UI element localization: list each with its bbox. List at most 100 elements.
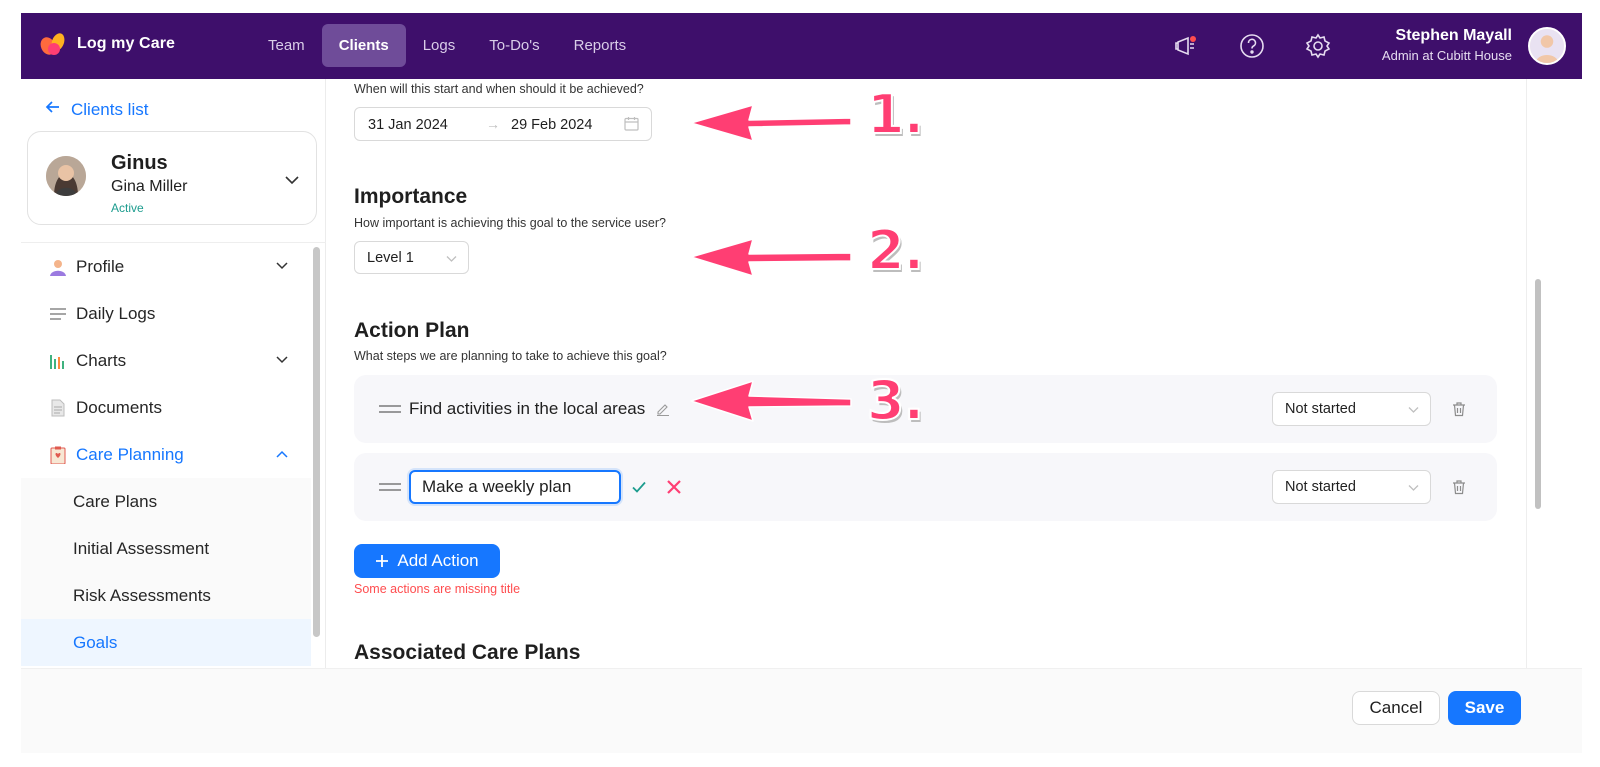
nav-todos[interactable]: To-Do's (472, 24, 556, 67)
arrow-left-icon (45, 99, 61, 120)
sidebar-item-label: Care Planning (76, 444, 184, 464)
bar-chart-icon (48, 351, 68, 371)
sidebar-menu: Profile Daily Logs Charts Documents Care… (21, 243, 311, 666)
settings-icon[interactable] (1303, 31, 1333, 61)
trash-icon[interactable] (1451, 479, 1467, 495)
nav-logs[interactable]: Logs (406, 24, 473, 67)
logo-icon (40, 33, 65, 55)
importance-select[interactable]: Level 1 (354, 241, 469, 274)
close-icon[interactable] (665, 478, 683, 496)
action-plan-title: Action Plan (354, 319, 470, 342)
sidebar-subitem-initial-assessment[interactable]: Initial Assessment (21, 525, 311, 572)
annotation-arrow (690, 104, 852, 142)
sidebar-item-care-planning[interactable]: Care Planning (21, 431, 311, 478)
save-button[interactable]: Save (1448, 691, 1521, 725)
edit-icon[interactable] (656, 402, 670, 416)
end-date-input[interactable]: 29 Feb 2024 (511, 117, 592, 133)
lines-icon (48, 304, 68, 324)
annotation-label: 2. (866, 218, 925, 283)
top-navigation-bar: Log my Care Team Clients Logs To-Do's Re… (21, 13, 1582, 79)
action-row: Find activities in the local areas Not s… (354, 375, 1497, 443)
sidebar-item-label: Charts (76, 350, 127, 370)
trash-icon[interactable] (1451, 401, 1467, 417)
sidebar-scrollbar[interactable] (313, 247, 320, 637)
client-avatar (46, 156, 86, 196)
app-name: Log my Care (77, 35, 176, 52)
sidebar-subitem-risk-assessments[interactable]: Risk Assessments (21, 572, 311, 619)
action-status-select[interactable]: Not started (1272, 392, 1431, 426)
importance-value: Level 1 (367, 249, 414, 266)
drag-handle-icon[interactable] (379, 480, 401, 494)
annotation-label: 1. (866, 82, 925, 147)
clients-list-label: Clients list (71, 99, 149, 119)
announcement-icon[interactable] (1171, 31, 1201, 61)
chevron-down-icon[interactable] (284, 172, 300, 188)
check-icon[interactable] (631, 479, 647, 495)
chevron-down-icon (446, 256, 457, 262)
content-scrollbar[interactable] (1535, 279, 1541, 509)
content-border (1526, 79, 1527, 668)
drag-handle-icon[interactable] (379, 402, 401, 416)
cancel-button[interactable]: Cancel (1352, 691, 1440, 725)
sidebar-subitem-care-plans[interactable]: Care Plans (21, 478, 311, 525)
nav-reports[interactable]: Reports (557, 24, 644, 67)
action-status-value: Not started (1285, 401, 1356, 417)
arrow-right-icon: → (486, 116, 500, 132)
sidebar-item-label: Daily Logs (76, 303, 156, 323)
action-title: Find activities in the local areas (409, 399, 646, 418)
top-icons (1171, 31, 1333, 61)
client-full-name: Gina Miller (111, 178, 188, 195)
sidebar-item-daily-logs[interactable]: Daily Logs (21, 290, 311, 337)
main-nav: Team Clients Logs To-Do's Reports (251, 24, 643, 67)
client-status: Active (111, 201, 144, 215)
user-role: Admin at Cubitt House (1381, 48, 1512, 63)
user-name: Stephen Mayall (1395, 27, 1512, 44)
form-footer: Cancel Save (21, 668, 1582, 753)
action-status-value: Not started (1285, 479, 1356, 495)
chevron-down-icon (1408, 407, 1419, 413)
dates-question: When will this start and when should it … (354, 82, 644, 96)
goal-form: When will this start and when should it … (327, 79, 1527, 668)
clients-list-link[interactable]: Clients list (45, 99, 148, 120)
user-avatar[interactable] (1528, 27, 1566, 65)
action-status-select[interactable]: Not started (1272, 470, 1431, 504)
chevron-down-icon (1408, 485, 1419, 491)
client-nickname: Ginus (111, 152, 168, 174)
clipboard-icon (48, 445, 68, 465)
sidebar-item-label: Documents (76, 397, 162, 417)
document-icon (48, 398, 68, 418)
action-title-input[interactable]: Make a weekly plan (409, 470, 621, 504)
validation-error: Some actions are missing title (354, 582, 521, 596)
user-info[interactable]: Stephen Mayall Admin at Cubitt House (1382, 27, 1512, 63)
help-icon[interactable] (1237, 31, 1267, 61)
sidebar-item-documents[interactable]: Documents (21, 384, 311, 431)
date-range-picker[interactable]: 31 Jan 2024 → 29 Feb 2024 (354, 107, 652, 141)
action-row: Make a weekly plan Not started (354, 453, 1497, 521)
sidebar-item-label: Profile (76, 256, 125, 276)
action-plan-question: What steps we are planning to take to ac… (354, 349, 667, 363)
client-card[interactable]: Ginus Gina Miller Active (27, 131, 317, 225)
chevron-down-icon (276, 262, 288, 270)
importance-question: How important is achieving this goal to … (354, 216, 666, 230)
annotation-arrow (690, 238, 852, 277)
add-action-label: Add Action (397, 551, 479, 570)
app-window: Log my Care Team Clients Logs To-Do's Re… (21, 13, 1582, 753)
sidebar-subitem-goals[interactable]: Goals (21, 619, 311, 666)
start-date-input[interactable]: 31 Jan 2024 (368, 117, 448, 133)
add-action-button[interactable]: Add Action (354, 544, 500, 578)
annotation-label: 3. (866, 368, 925, 433)
nav-clients[interactable]: Clients (321, 24, 406, 67)
associated-care-plans-title: Associated Care Plans (354, 641, 581, 664)
sidebar-item-charts[interactable]: Charts (21, 337, 311, 384)
calendar-icon[interactable] (624, 116, 639, 131)
nav-team[interactable]: Team (251, 24, 322, 67)
app-logo[interactable]: Log my Care (39, 29, 175, 59)
sidebar: Clients list Ginus Gina Miller Active Pr… (21, 79, 326, 668)
chevron-up-icon (276, 450, 288, 458)
chevron-down-icon (276, 356, 288, 364)
sidebar-item-profile[interactable]: Profile (21, 243, 311, 290)
plus-icon (376, 555, 389, 567)
importance-title: Importance (354, 185, 468, 208)
annotation-arrow (690, 380, 852, 422)
person-icon (48, 257, 68, 277)
